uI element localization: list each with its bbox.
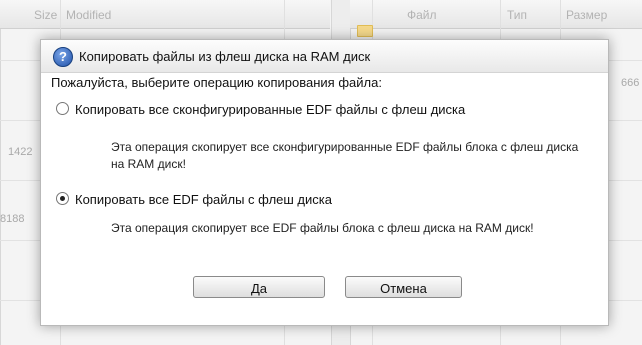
right-panel-header: Файл Тип Размер: [350, 0, 642, 29]
dialog-title: Копировать файлы из флеш диска на RAM ди…: [79, 49, 371, 64]
option-copy-configured[interactable]: Копировать все сконфигурированные EDF фа…: [56, 102, 465, 117]
column-header-type[interactable]: Тип: [507, 8, 527, 22]
cancel-button[interactable]: Отмена: [345, 276, 462, 298]
column-header-size-ru[interactable]: Размер: [566, 8, 607, 22]
background-cell-value: 666: [621, 77, 640, 89]
left-panel-header: Size Modified: [0, 0, 330, 29]
column-header-size[interactable]: Size: [34, 8, 57, 22]
option-copy-all-label: Копировать все EDF файлы с флеш диска: [75, 192, 332, 207]
yes-button[interactable]: Да: [193, 276, 325, 298]
option-copy-configured-label: Копировать все сконфигурированные EDF фа…: [75, 102, 466, 117]
radio-copy-configured[interactable]: [56, 102, 69, 115]
background-cell-value: 1422: [8, 146, 33, 158]
question-icon: ?: [53, 47, 73, 67]
column-header-file[interactable]: Файл: [407, 8, 437, 22]
dialog-title-bar[interactable]: ? Копировать файлы из флеш диска на RAM …: [41, 40, 608, 73]
dialog-prompt: Пожалуйста, выберите операцию копировани…: [51, 75, 382, 90]
folder-icon: [357, 25, 373, 37]
option-copy-configured-description: Эта операция скопирует все сконфигуриров…: [111, 140, 579, 171]
column-header-modified[interactable]: Modified: [66, 8, 111, 22]
radio-copy-all[interactable]: [56, 192, 69, 205]
option-copy-all-description: Эта операция скопирует все EDF файлы бло…: [111, 221, 534, 235]
option-copy-all[interactable]: Копировать все EDF файлы с флеш диска: [56, 192, 332, 207]
background-cell-value: 8188: [0, 213, 25, 225]
